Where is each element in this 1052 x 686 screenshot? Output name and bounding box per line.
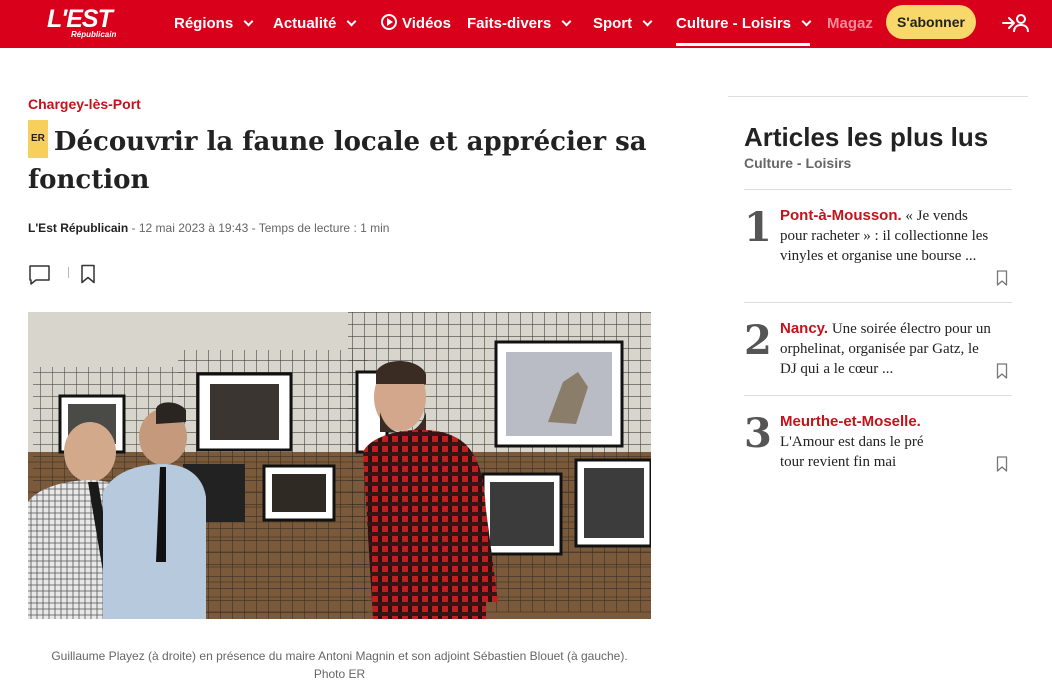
subscribe-button[interactable]: S'abonner <box>886 5 976 39</box>
rank-number: 2 <box>744 317 772 364</box>
most-read-item[interactable]: 1 Pont-à-Mousson. « Je vends pour rachet… <box>744 189 1012 302</box>
nav-item-label: Sport <box>593 15 633 32</box>
article-title-text: Découvrir la faune locale et apprécier s… <box>28 127 647 195</box>
chevron-down-icon <box>561 16 572 27</box>
nav-item-magazine-truncated[interactable]: Magaz <box>827 0 877 48</box>
article-locality[interactable]: Chargey-lès-Port <box>28 96 141 112</box>
item-summary: L'Amour est dans le pré tour revient fin… <box>780 434 924 470</box>
exhibition-photo-illustration <box>28 312 651 619</box>
comment-icon[interactable] <box>28 264 52 286</box>
play-icon <box>381 14 397 30</box>
article-photo[interactable] <box>28 312 651 619</box>
chevron-down-icon <box>801 16 812 27</box>
article-title: ER Découvrir la faune locale et apprécier… <box>28 120 668 198</box>
site-logo[interactable]: L'EST Républicain <box>47 6 119 40</box>
sidebar-subtitle: Culture - Loisirs <box>744 155 852 171</box>
most-read-item[interactable]: 2 Nancy. Une soirée électro pour un orph… <box>744 302 1012 395</box>
most-read-item-text[interactable]: Meurthe-et-Moselle. L'Amour est dans le … <box>780 412 950 472</box>
logo-main-text: L'EST <box>47 5 113 33</box>
nav-item-label: Vidéos <box>402 15 451 32</box>
nav-item-label: Faits-divers <box>467 15 552 32</box>
divider <box>68 267 69 278</box>
bookmark-icon[interactable] <box>80 264 96 284</box>
bookmark-icon[interactable] <box>996 270 1008 286</box>
rank-number: 1 <box>744 204 772 251</box>
article-author: L'Est Républicain <box>28 221 129 235</box>
sidebar-top-rule <box>728 96 1028 97</box>
item-place: Nancy. <box>780 320 829 337</box>
article-meta: - 12 mai 2023 à 19:43 - Temps de lecture… <box>128 221 390 235</box>
caption-text: Guillaume Playez (à droite) en présence … <box>51 649 628 663</box>
nav-item-regions[interactable]: Régions <box>174 0 254 48</box>
item-place: Pont-à-Mousson. <box>780 207 902 224</box>
chevron-down-icon <box>243 16 254 27</box>
sidebar-title: Articles les plus lus <box>744 122 989 152</box>
item-place: Meurthe-et-Moselle. <box>780 413 921 430</box>
login-user-icon[interactable] <box>1001 12 1029 34</box>
rank-number: 3 <box>744 410 772 457</box>
nav-item-label: Régions <box>174 15 234 32</box>
er-badge: ER <box>28 120 48 158</box>
most-read-item-text[interactable]: Nancy. Une soirée électro pour un orphel… <box>780 319 995 379</box>
chevron-down-icon <box>346 16 357 27</box>
bookmark-icon[interactable] <box>996 363 1008 379</box>
most-read-item-text[interactable]: Pont-à-Mousson. « Je vends pour racheter… <box>780 206 995 266</box>
nav-item-videos[interactable]: Vidéos <box>381 0 451 48</box>
nav-item-label: Actualité <box>273 15 337 32</box>
chevron-down-icon <box>642 16 653 27</box>
nav-item-sport[interactable]: Sport <box>593 0 653 48</box>
photo-caption: Guillaume Playez (à droite) en présence … <box>28 647 651 683</box>
article-byline: L'Est Républicain - 12 mai 2023 à 19:43 … <box>28 221 389 235</box>
top-navigation-bar: L'EST Républicain Régions Actualité Vidé… <box>0 0 1052 48</box>
caption-credit: Photo ER <box>313 667 366 681</box>
most-read-item[interactable]: 3 Meurthe-et-Moselle. L'Amour est dans l… <box>744 395 1012 485</box>
bookmark-icon[interactable] <box>996 456 1008 472</box>
logo-sub-text: Républicain <box>71 30 117 39</box>
nav-item-actualite[interactable]: Actualité <box>273 0 357 48</box>
nav-item-label: Culture - Loisirs <box>676 15 792 32</box>
nav-item-culture-loisirs[interactable]: Culture - Loisirs <box>676 0 812 48</box>
nav-item-faits-divers[interactable]: Faits-divers <box>467 0 572 48</box>
